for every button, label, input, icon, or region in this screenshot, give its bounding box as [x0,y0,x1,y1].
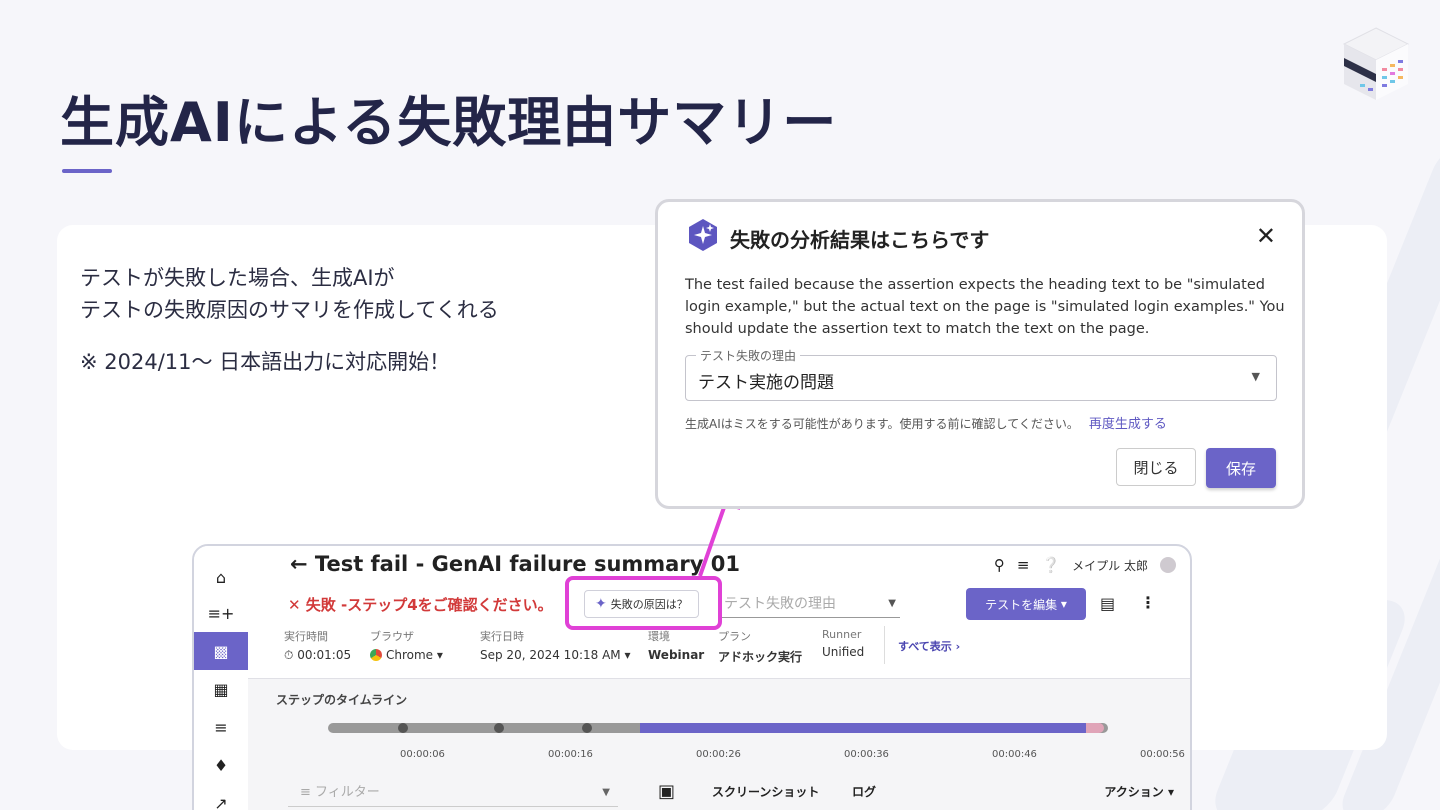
tick-label: 00:00:06 [400,749,445,760]
logo-icon [1342,27,1410,100]
failure-reason-field-label: テスト失敗の理由 [696,347,801,364]
meta-date-value[interactable]: Sep 20, 2024 10:18 AM ▾ [480,648,631,662]
tick-label: 00:00:56 [1140,749,1185,760]
more-icon[interactable]: ⋮ [1140,593,1156,612]
failure-reason-field[interactable]: テスト失敗の理由 テスト実施の問題 ▼ [685,347,1277,401]
back-arrow-icon[interactable]: ← [290,552,315,576]
failure-reason-placeholder: テスト失敗の理由 [724,596,836,612]
meta-browser-label: ブラウザ [370,630,414,643]
avatar[interactable] [1160,557,1176,573]
meta-runner: Runner Unified [822,628,864,659]
help-icon[interactable]: ❔ [1041,556,1060,574]
meta-env-label: 環境 [648,630,670,643]
view-all-link[interactable]: すべて表示 › [898,638,960,654]
timeline-panel: ステップのタイムライン 00:00:06 00:00:16 00:00:26 0… [248,678,1190,810]
chart-icon[interactable]: ▩ [194,632,248,670]
tick-label: 00:00:16 [548,749,593,760]
close-icon[interactable]: ✕ [1256,222,1276,250]
ai-disclaimer: 生成AIはミスをする可能性があります。使用する前に確認してください。 再度生成する [685,413,1167,432]
calendar-icon[interactable]: ▦ [194,670,248,708]
divider [884,626,885,664]
meta-date-label: 実行日時 [480,630,524,643]
filter-icon[interactable]: ≡ [1017,556,1030,574]
meta-plan: プラン アドホック実行 [718,628,802,665]
meta-exec-time: 実行時間 ⏱ 00:01:05 [284,628,351,663]
action-label: アクション [1104,785,1164,799]
browser-text: Chrome [386,648,434,662]
slide-title: 生成AIによる失敗理由サマリー [60,91,838,154]
meta-exec-time-label: 実行時間 [284,630,328,643]
meta-browser-value[interactable]: Chrome ▾ [370,648,443,662]
comment-icon[interactable]: ▤ [1100,594,1115,613]
meta-exec-time-value: ⏱ 00:01:05 [284,648,352,662]
failure-reason-select[interactable]: テスト失敗の理由 ▼ [722,592,900,618]
add-list-icon[interactable]: ≡+ [194,594,248,632]
meta-runner-value: Unified [822,645,865,659]
timeline-track[interactable] [328,723,1108,733]
dialog-title: 失敗の分析結果はこちらです [730,228,990,252]
title-underline [62,169,112,173]
top-toolbar: ⚲ ≡ ❔ メイプル 太郎 [994,556,1176,574]
playlist-icon[interactable]: ≡ [194,708,248,746]
chevron-down-icon: ▼ [888,598,896,609]
date-text: Sep 20, 2024 10:18 AM [480,648,621,662]
timeline-label: ステップのタイムライン [276,693,408,707]
meta-plan-value: アドホック実行 [718,650,803,664]
step-marker[interactable] [582,723,592,733]
chevron-down-icon: ▼ [1251,370,1260,383]
meta-runner-label: Runner [822,628,862,641]
meta-plan-label: プラン [718,630,751,643]
ai-disclaimer-text: 生成AIはミスをする可能性があります。使用する前に確認してください。 [685,417,1079,431]
tick-label: 00:00:36 [844,749,889,760]
bell-icon[interactable]: ♦ [194,746,248,784]
sparkle-icon [689,219,717,251]
tab-screenshot[interactable]: スクリーンショット [712,783,819,800]
meta-env-value: Webinar [648,648,705,662]
exec-time-text: 00:01:05 [297,648,352,662]
fail-status: ✕ 失敗 -ステップ4をご確認ください。 [288,596,553,614]
save-button[interactable]: 保存 [1206,448,1276,488]
user-name[interactable]: メイプル 太郎 [1072,557,1148,574]
dialog-summary: The test failed because the assertion ex… [685,277,1285,337]
home-icon[interactable]: ⌂ [194,558,248,596]
highlight-box [565,576,722,630]
meta-browser: ブラウザ Chrome ▾ [370,628,443,662]
close-button[interactable]: 閉じる [1116,448,1196,486]
filter-icon: ≡ [300,785,316,800]
description-line-1: テストが失敗した場合、生成AIが [80,266,395,290]
regenerate-link[interactable]: 再度生成する [1089,417,1167,432]
chevron-down-icon: ▼ [602,787,610,798]
filter-select[interactable]: ≡ フィルター ▼ [288,779,618,807]
edit-test-label: テストを編集 [985,597,1058,612]
chrome-icon [370,649,382,661]
description: テストが失敗した場合、生成AIが テストの失敗原因のサマリを作成してくれる ※ … [80,262,499,378]
test-title-text: Test fail - GenAI failure summary 01 [314,552,740,576]
image-gallery-icon: ▣ [658,781,676,802]
ai-summary-dialog: 失敗の分析結果はこちらです ✕ The test failed because … [655,199,1305,509]
search-icon[interactable]: ⚲ [994,556,1005,574]
meta-env: 環境 Webinar [648,628,704,662]
step-marker[interactable] [494,723,504,733]
step-marker[interactable] [398,723,408,733]
slide: 生成AIによる失敗理由サマリー テストが失敗した場合、生成AIが テストの失敗原… [0,0,1440,810]
timeline-fail-marker [1086,723,1104,733]
failure-reason-field-value: テスト実施の問題 [698,373,834,393]
trending-icon[interactable]: ↗ [194,784,248,810]
tab-log[interactable]: ログ [852,783,876,800]
filter-placeholder: フィルター [315,785,380,800]
tick-label: 00:00:46 [992,749,1037,760]
description-line-2: テストの失敗原因のサマリを作成してくれる [80,298,499,322]
action-menu[interactable]: アクション ▾ [1104,783,1174,800]
tick-label: 00:00:26 [696,749,741,760]
sidebar: ⌂ ≡+ ▩ ▦ ≡ ♦ ↗ [194,546,248,810]
meta-date: 実行日時 Sep 20, 2024 10:18 AM ▾ [480,628,631,662]
edit-test-button[interactable]: テストを編集 ▾ [966,588,1086,620]
test-title: ← Test fail - GenAI failure summary 01 [290,552,740,576]
timeline-progress [640,723,1090,733]
release-note: ※ 2024/11〜 日本語出力に対応開始！ [80,350,451,374]
